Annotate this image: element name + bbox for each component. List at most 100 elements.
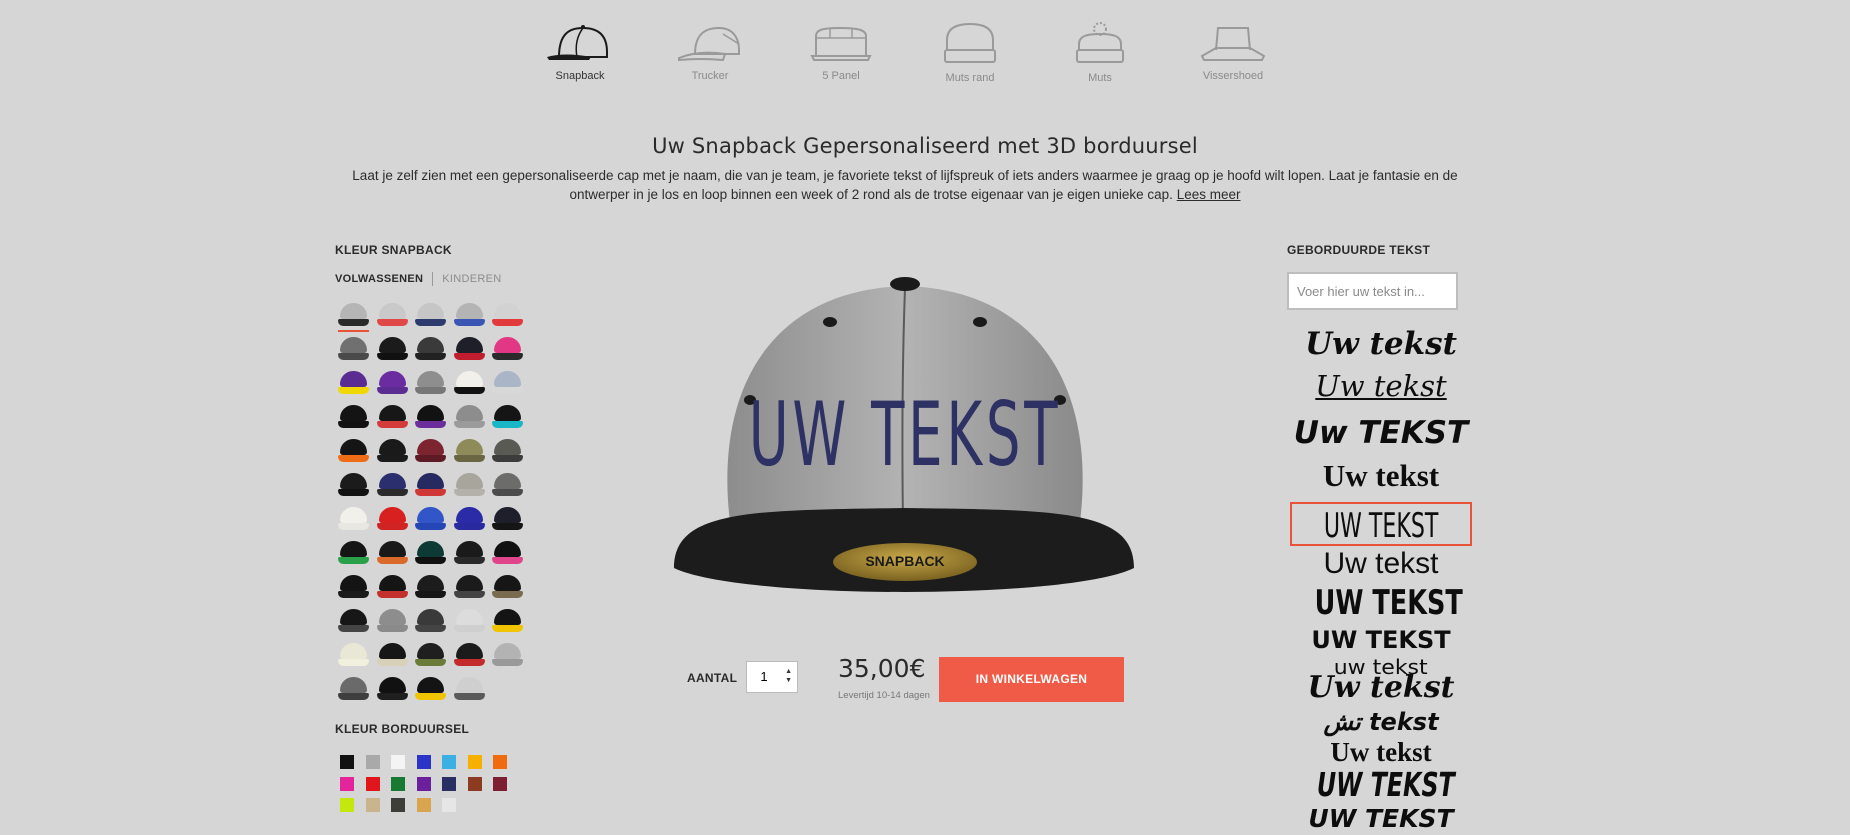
nav-item-snapback[interactable]: Snapback: [530, 22, 630, 82]
embroidery-color-swatch[interactable]: [416, 798, 431, 812]
cap-color-swatch[interactable]: [453, 404, 485, 430]
cap-color-swatch[interactable]: [453, 608, 485, 634]
embroidery-color-swatch[interactable]: [391, 776, 405, 791]
cap-color-swatch[interactable]: [492, 370, 523, 396]
cap-color-swatch[interactable]: [376, 574, 408, 600]
cap-color-swatch[interactable]: [492, 404, 523, 430]
cap-color-swatch[interactable]: [376, 506, 408, 532]
cap-color-swatch[interactable]: [415, 642, 446, 668]
cap-color-swatch[interactable]: [415, 506, 446, 532]
embroidery-color-swatch[interactable]: [442, 776, 456, 791]
cap-color-swatch[interactable]: [492, 336, 523, 362]
cap-color-swatch[interactable]: [376, 302, 408, 328]
cap-color-swatch[interactable]: [492, 574, 523, 600]
cap-color-swatch[interactable]: [453, 370, 485, 396]
embroidery-color-swatch[interactable]: [365, 798, 380, 812]
cap-color-swatch[interactable]: [338, 336, 369, 362]
cap-color-swatch[interactable]: [338, 540, 369, 566]
embroidery-color-swatch[interactable]: [340, 776, 354, 791]
embroidery-color-swatch[interactable]: [391, 755, 405, 769]
embroidery-color-swatch[interactable]: [340, 798, 354, 812]
cap-color-swatch[interactable]: [376, 676, 408, 702]
cap-color-swatch[interactable]: [376, 438, 408, 464]
font-option[interactable]: Uw TEKST: [1290, 413, 1472, 453]
cap-color-swatch[interactable]: [492, 472, 523, 498]
cap-color-swatch[interactable]: [415, 574, 446, 600]
embroidery-color-swatch[interactable]: [442, 755, 456, 769]
font-option[interactable]: UW TEKST: [1290, 767, 1472, 803]
nav-item-muts-rand[interactable]: Muts rand: [920, 22, 1020, 84]
cap-color-swatch[interactable]: [453, 676, 485, 702]
cap-color-swatch[interactable]: [492, 506, 523, 532]
nav-item-5-panel[interactable]: 5 Panel: [791, 22, 891, 82]
embroidery-color-swatch[interactable]: [416, 776, 431, 791]
embroidery-color-swatch[interactable]: [493, 755, 507, 769]
cap-color-swatch[interactable]: [415, 438, 446, 464]
cap-color-swatch[interactable]: [338, 370, 369, 396]
font-option[interactable]: تش tekst: [1290, 707, 1472, 737]
font-option[interactable]: Uw tekst: [1290, 365, 1472, 407]
cap-color-swatch[interactable]: [415, 336, 446, 362]
cap-color-swatch[interactable]: [415, 302, 446, 328]
quantity-input[interactable]: [751, 662, 777, 690]
cap-color-swatch[interactable]: [415, 540, 446, 566]
nav-item-trucker[interactable]: Trucker: [660, 22, 760, 82]
embroidery-color-swatch[interactable]: [340, 755, 354, 769]
cap-color-swatch[interactable]: [415, 608, 446, 634]
cap-color-swatch[interactable]: [492, 608, 523, 634]
tab-adults[interactable]: VOLWASSENEN: [335, 273, 423, 285]
cap-color-swatch[interactable]: [453, 506, 485, 532]
cap-color-swatch[interactable]: [338, 302, 369, 332]
font-option[interactable]: Uw tekst: [1290, 738, 1472, 767]
embroidery-text-input[interactable]: [1287, 272, 1458, 310]
embroidery-color-swatch[interactable]: [416, 755, 431, 769]
cap-color-swatch[interactable]: [376, 336, 408, 362]
cap-color-swatch[interactable]: [376, 472, 408, 498]
embroidery-color-swatch[interactable]: [442, 798, 456, 812]
font-option[interactable]: UW TEKST: [1290, 502, 1472, 546]
font-option[interactable]: UW TEKST: [1290, 582, 1472, 624]
font-option[interactable]: Uw tekst: [1290, 326, 1472, 362]
cap-color-swatch[interactable]: [453, 438, 485, 464]
embroidery-color-swatch[interactable]: [391, 798, 405, 812]
cap-color-swatch[interactable]: [415, 404, 446, 430]
font-option[interactable]: UW TEKST: [1290, 627, 1472, 653]
cap-color-swatch[interactable]: [492, 438, 523, 464]
cap-color-swatch[interactable]: [453, 472, 485, 498]
cap-color-swatch[interactable]: [453, 336, 485, 362]
cap-color-swatch[interactable]: [453, 574, 485, 600]
cap-color-swatch[interactable]: [376, 642, 408, 668]
read-more-link[interactable]: Lees meer: [1177, 187, 1241, 202]
font-option[interactable]: Uw tekst: [1290, 456, 1472, 496]
cap-color-swatch[interactable]: [338, 438, 369, 464]
quantity-arrows[interactable]: ▲ ▼: [785, 667, 792, 685]
embroidery-color-swatch[interactable]: [365, 755, 380, 769]
cap-color-swatch[interactable]: [415, 676, 446, 702]
tab-children[interactable]: KINDEREN: [442, 273, 501, 285]
cap-color-swatch[interactable]: [453, 642, 485, 668]
cap-color-swatch[interactable]: [338, 608, 369, 634]
embroidery-color-swatch[interactable]: [467, 755, 482, 769]
nav-item-vissershoed[interactable]: Vissershoed: [1183, 22, 1283, 82]
cap-color-swatch[interactable]: [338, 404, 369, 430]
cap-color-swatch[interactable]: [376, 608, 408, 634]
cap-color-swatch[interactable]: [338, 574, 369, 600]
cap-color-swatch[interactable]: [415, 472, 446, 498]
cap-color-swatch[interactable]: [453, 540, 485, 566]
nav-item-muts[interactable]: Muts: [1050, 22, 1150, 84]
embroidery-color-swatch[interactable]: [493, 776, 507, 791]
cap-color-swatch[interactable]: [376, 370, 408, 396]
cap-color-swatch[interactable]: [376, 404, 408, 430]
cap-color-swatch[interactable]: [415, 370, 446, 396]
font-option[interactable]: Uw tekst: [1290, 670, 1472, 706]
add-to-cart-button[interactable]: IN WINKELWAGEN: [939, 657, 1124, 702]
embroidery-color-swatch[interactable]: [365, 776, 380, 791]
cap-color-swatch[interactable]: [338, 506, 369, 532]
font-option[interactable]: UW TEKST: [1290, 804, 1472, 834]
embroidery-color-swatch[interactable]: [467, 776, 482, 791]
cap-color-swatch[interactable]: [492, 642, 523, 668]
cap-color-swatch[interactable]: [338, 676, 369, 702]
cap-color-swatch[interactable]: [338, 472, 369, 498]
font-option[interactable]: Uw tekst: [1290, 547, 1472, 581]
cap-color-swatch[interactable]: [376, 540, 408, 566]
